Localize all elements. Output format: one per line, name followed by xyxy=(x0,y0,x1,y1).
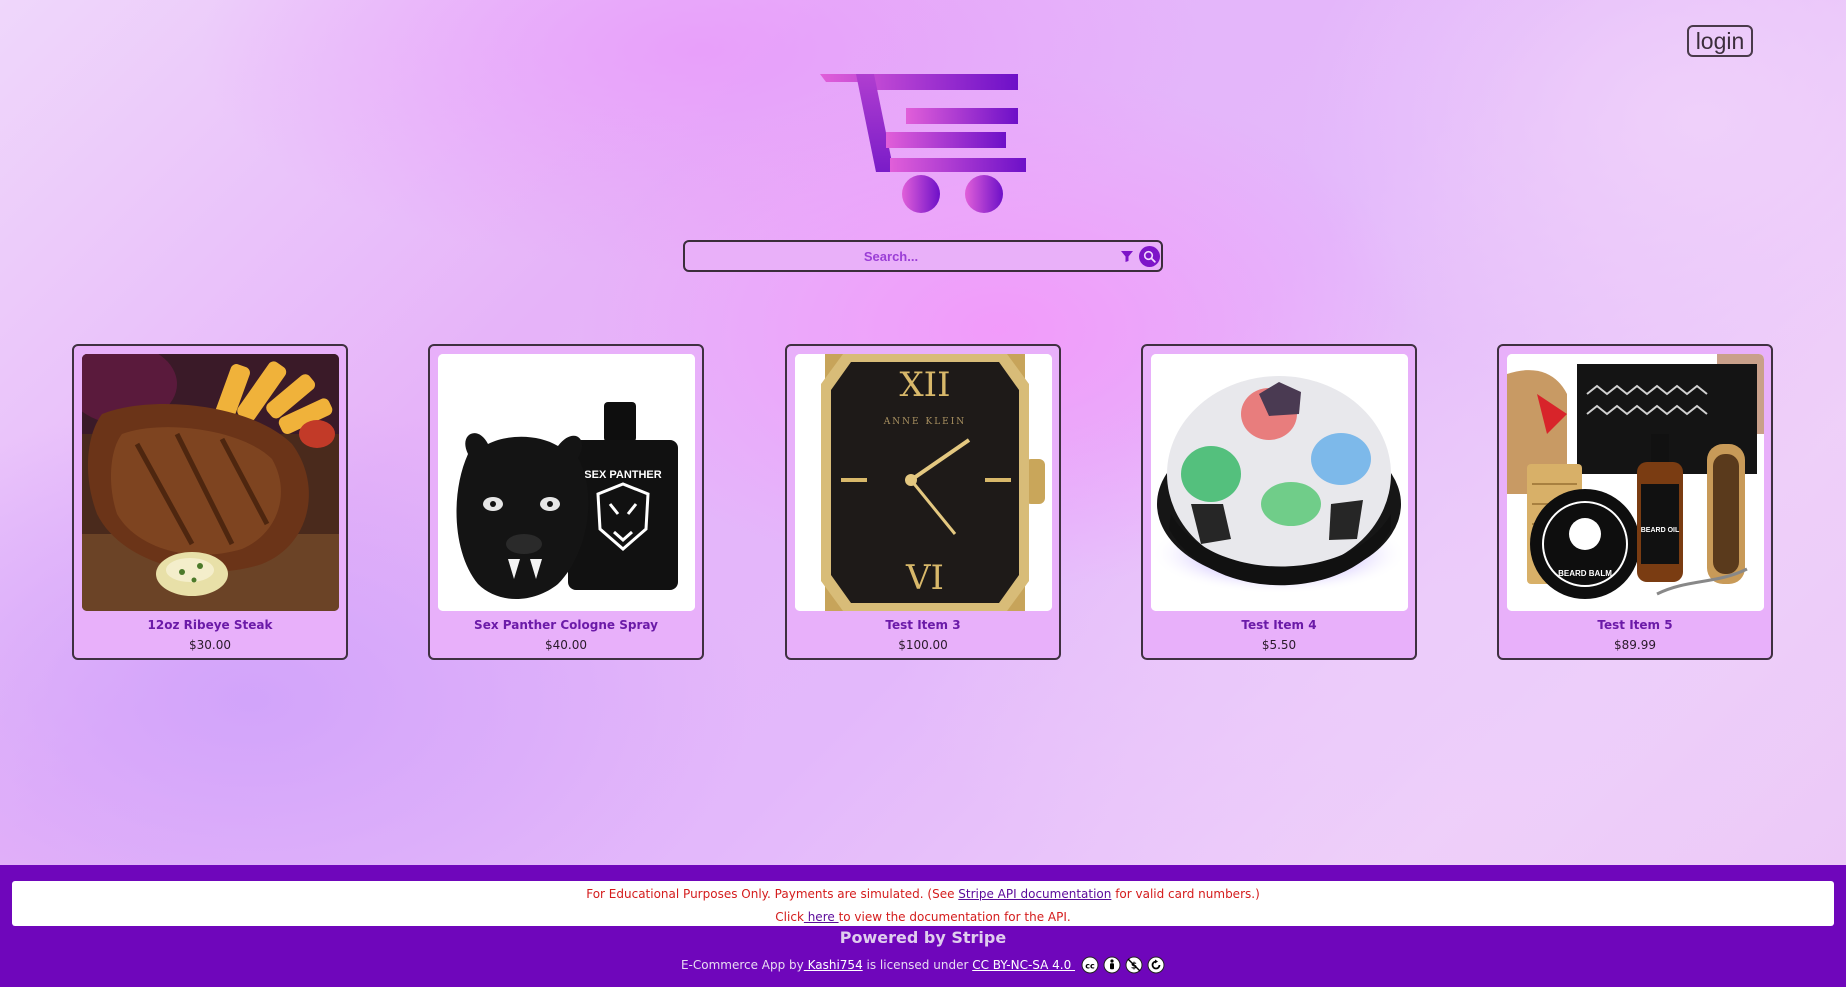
license-text: E-Commerce App by xyxy=(680,958,804,972)
footer: For Educational Purposes Only. Payments … xyxy=(0,865,1846,987)
notice-text: for valid card numbers.) xyxy=(1111,887,1260,901)
kit-beard-oil-text: BEARD OIL xyxy=(1641,527,1680,534)
product-image-cologne[interactable]: SEX PANTHER xyxy=(438,354,695,611)
product-price: $89.99 xyxy=(1614,638,1656,652)
svg-text:cc: cc xyxy=(1085,962,1095,971)
product-image-steak[interactable] xyxy=(82,354,339,611)
kit-beard-balm-text: BEARD BALM xyxy=(1558,569,1612,578)
cc-icons: cc $ xyxy=(1081,956,1165,974)
product-price: $30.00 xyxy=(189,638,231,652)
license-line: E-Commerce App by Kashi754 is licensed u… xyxy=(0,956,1846,974)
product-name: Test Item 3 xyxy=(885,618,961,632)
watch-brand-text: ANNE KLEIN xyxy=(883,417,966,427)
product-card[interactable]: BEARD BALM BEARD OIL Test Item 5 $89.99 xyxy=(1497,344,1773,660)
product-card[interactable]: XII VI ANNE KLEIN Test Item 3 $100.00 xyxy=(785,344,1061,660)
click-text: Click xyxy=(775,910,804,924)
search-bar xyxy=(683,240,1163,272)
product-name: Test Item 5 xyxy=(1597,618,1673,632)
click-text: to view the documentation for the API. xyxy=(838,910,1071,924)
product-grid: 12oz Ribeye Steak $30.00 SEX PANTHER Sex… xyxy=(0,344,1846,660)
product-card[interactable]: 12oz Ribeye Steak $30.00 xyxy=(72,344,348,660)
educational-notice: For Educational Purposes Only. Payments … xyxy=(12,881,1834,926)
cc-nc-icon: $ xyxy=(1125,956,1143,974)
watch-xii-text: XII xyxy=(899,365,950,405)
product-image-hover-ball[interactable] xyxy=(1151,354,1408,611)
cologne-brand-text: SEX PANTHER xyxy=(584,469,661,481)
search-icon[interactable] xyxy=(1139,246,1160,267)
cc-by-icon xyxy=(1103,956,1121,974)
license-text: is licensed under xyxy=(862,958,973,972)
watch-vi-text: VI xyxy=(905,558,944,598)
product-image-watch[interactable]: XII VI ANNE KLEIN xyxy=(795,354,1052,611)
product-card[interactable]: SEX PANTHER Sex Panther Cologne Spray $4… xyxy=(428,344,704,660)
cart-logo-icon xyxy=(820,74,1026,213)
product-name: 12oz Ribeye Steak xyxy=(147,618,273,632)
cc-icon: cc xyxy=(1081,956,1099,974)
notice-line: For Educational Purposes Only. Payments … xyxy=(12,887,1834,901)
author-link[interactable]: Kashi754 xyxy=(804,958,863,972)
search-input[interactable] xyxy=(693,244,1089,268)
product-name: Sex Panther Cologne Spray xyxy=(474,618,658,632)
stripe-docs-link[interactable]: Stripe API documentation xyxy=(958,887,1111,901)
login-button[interactable]: login xyxy=(1687,25,1753,57)
license-link[interactable]: CC BY-NC-SA 4.0 xyxy=(972,958,1075,972)
cc-sa-icon xyxy=(1147,956,1165,974)
product-price: $100.00 xyxy=(898,638,948,652)
product-name: Test Item 4 xyxy=(1241,618,1317,632)
notice-text: For Educational Purposes Only. Payments … xyxy=(586,887,959,901)
powered-by-stripe: Powered by Stripe xyxy=(839,928,1007,947)
product-price: $40.00 xyxy=(545,638,587,652)
api-docs-line: Click here to view the documentation for… xyxy=(12,910,1834,924)
product-card[interactable]: Test Item 4 $5.50 xyxy=(1141,344,1417,660)
filter-icon[interactable] xyxy=(1120,249,1134,263)
product-price: $5.50 xyxy=(1261,638,1297,652)
api-docs-link[interactable]: here xyxy=(804,910,839,924)
product-image-beard-kit[interactable]: BEARD BALM BEARD OIL xyxy=(1507,354,1764,611)
